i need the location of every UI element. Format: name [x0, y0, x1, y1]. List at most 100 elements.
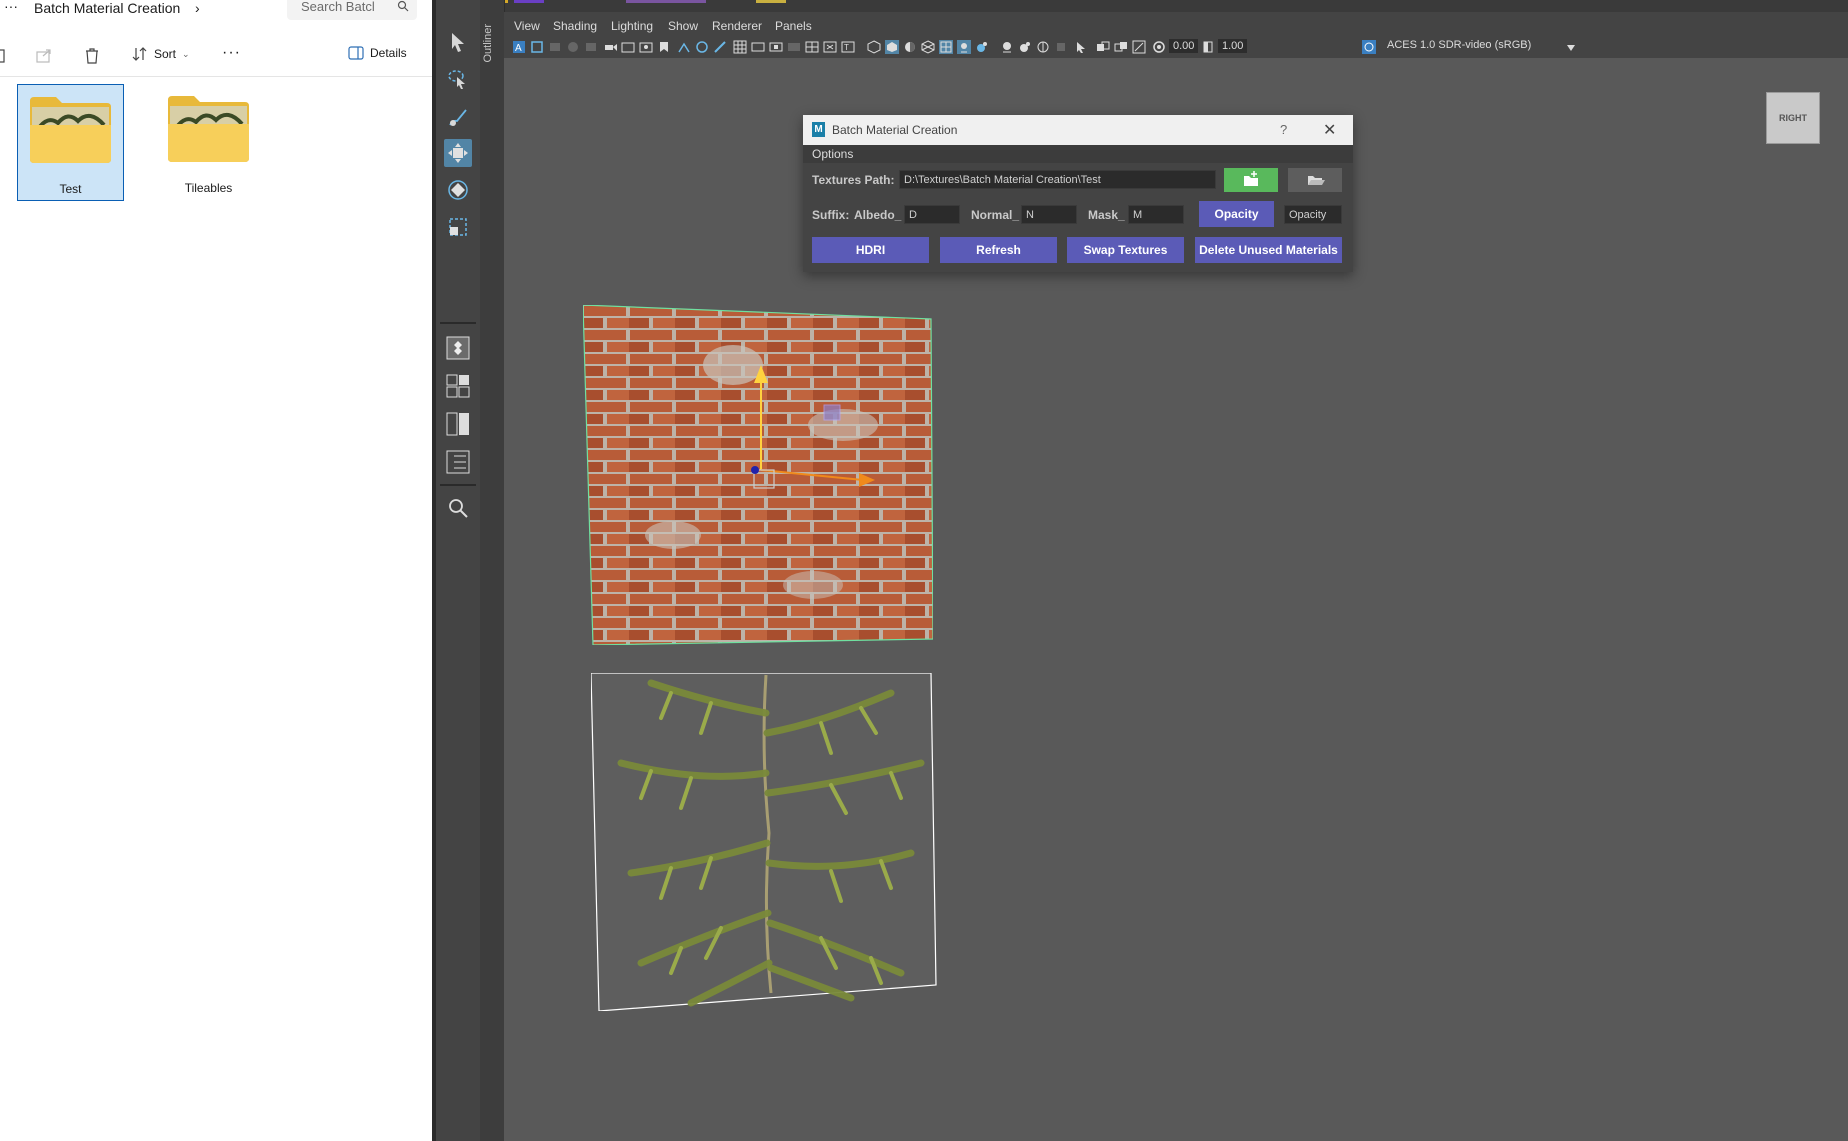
two-view-layout-icon[interactable] — [444, 410, 472, 438]
folder-item-tileables[interactable]: Tileables — [156, 84, 261, 199]
select-mask-icon[interactable] — [1054, 40, 1068, 54]
menu-panels[interactable]: Panels — [775, 19, 812, 33]
xray-joints-icon[interactable] — [1000, 40, 1014, 54]
default-material-icon[interactable] — [787, 40, 801, 54]
search-input[interactable]: Search Batcl — [287, 0, 417, 20]
normal-suffix-field[interactable]: N — [1021, 205, 1077, 224]
depth-of-field-icon[interactable] — [957, 40, 971, 54]
toolbox-separator — [440, 484, 476, 486]
smooth-shade-icon[interactable] — [769, 40, 783, 54]
suffix-label: Suffix: — [812, 208, 850, 222]
rename-icon[interactable] — [0, 46, 14, 66]
paint-select-tool-icon[interactable] — [444, 103, 472, 131]
dialog-titlebar[interactable]: M Batch Material Creation ? ✕ — [803, 115, 1353, 145]
menu-view[interactable]: View — [514, 19, 540, 33]
more-options-button[interactable]: ··· — [222, 44, 241, 62]
chevron-down-icon[interactable] — [1564, 41, 1578, 55]
viewcube[interactable]: RIGHT — [1766, 92, 1820, 144]
hdri-button[interactable]: HDRI — [812, 237, 929, 263]
search-icon — [397, 0, 409, 12]
wireframe-icon[interactable] — [751, 40, 765, 54]
move-manip-plane-handle[interactable] — [823, 404, 841, 421]
mask-suffix-field[interactable]: M — [1128, 205, 1184, 224]
grease-pencil-icon[interactable] — [604, 40, 618, 54]
folder-item-test[interactable]: Test — [17, 84, 124, 201]
sort-button[interactable]: Sort ⌄ — [132, 46, 190, 62]
bookmark-icon[interactable] — [548, 40, 562, 54]
pan-zoom-icon[interactable] — [1114, 40, 1128, 54]
shadows-icon[interactable] — [885, 40, 899, 54]
refresh-button[interactable]: Refresh — [940, 237, 1057, 263]
film-gate-icon[interactable] — [621, 40, 635, 54]
swap-textures-button[interactable]: Swap Textures — [1067, 237, 1184, 263]
share-icon[interactable] — [34, 46, 54, 66]
camera-select-icon[interactable]: A — [512, 40, 526, 54]
backface-culling-icon[interactable] — [1036, 40, 1050, 54]
exposure-icon[interactable] — [1152, 40, 1166, 54]
resolution-gate-icon[interactable] — [639, 40, 653, 54]
camera-attributes-icon[interactable] — [530, 40, 544, 54]
safe-action-icon[interactable] — [695, 40, 709, 54]
details-button[interactable]: Details — [348, 46, 407, 60]
xray-active-icon[interactable] — [1018, 40, 1032, 54]
pivot-point[interactable] — [751, 466, 759, 474]
gamma-field[interactable]: 1.00 — [1218, 39, 1248, 53]
view-transform-dropdown[interactable]: ACES 1.0 SDR-video (sRGB) — [1387, 39, 1531, 51]
single-view-layout-icon[interactable] — [444, 334, 472, 362]
brick-wall-plane[interactable] — [583, 305, 933, 645]
outliner-collapsed-tab[interactable]: Outliner — [480, 0, 505, 1141]
two-d-pan-zoom-icon[interactable] — [1096, 40, 1110, 54]
svg-text:A: A — [515, 43, 522, 54]
exposure-field[interactable]: 0.00 — [1169, 39, 1199, 53]
grid-icon[interactable] — [733, 40, 747, 54]
gamma-icon[interactable] — [1201, 40, 1215, 54]
xray-icon[interactable] — [823, 40, 837, 54]
gate-mask-icon[interactable] — [657, 40, 671, 54]
select-camera-icon[interactable] — [1074, 40, 1088, 54]
screen-space-ao-icon[interactable] — [903, 40, 917, 54]
lasso-tool-icon[interactable] — [444, 65, 472, 93]
folder-icon — [168, 96, 249, 162]
select-tool-icon[interactable] — [444, 28, 472, 56]
menu-lighting[interactable]: Lighting — [611, 19, 653, 33]
wireframe-on-shaded-icon[interactable] — [805, 40, 819, 54]
textured-icon[interactable]: T — [841, 40, 855, 54]
image-plane-icon[interactable] — [566, 40, 580, 54]
isolate-select-icon[interactable] — [975, 40, 989, 54]
use-all-lights-icon[interactable] — [867, 40, 881, 54]
menu-options[interactable]: Options — [812, 147, 853, 161]
scale-tool-icon[interactable] — [444, 213, 472, 241]
delete-unused-materials-button[interactable]: Delete Unused Materials — [1195, 237, 1342, 263]
motion-blur-icon[interactable] — [921, 40, 935, 54]
outliner-layout-icon[interactable] — [444, 448, 472, 476]
opacity-suffix-field[interactable]: Opacity — [1284, 205, 1342, 224]
color-management-icon[interactable] — [1362, 40, 1376, 54]
menu-shading[interactable]: Shading — [553, 19, 597, 33]
see-more-icon[interactable]: ··· — [4, 0, 18, 14]
ivy-foliage-plane[interactable] — [591, 673, 941, 1011]
menu-renderer[interactable]: Renderer — [712, 19, 762, 33]
search-icon[interactable] — [444, 494, 472, 522]
move-tool-icon[interactable] — [444, 139, 472, 167]
two-d-pan-icon[interactable] — [584, 40, 598, 54]
safe-title-icon[interactable] — [713, 40, 727, 54]
multisample-aa-icon[interactable] — [939, 40, 953, 54]
breadcrumb[interactable]: Batch Material Creation — [34, 0, 180, 16]
four-view-layout-icon[interactable] — [444, 372, 472, 400]
rotate-tool-icon[interactable] — [444, 176, 472, 204]
delete-icon[interactable] — [82, 46, 102, 66]
browse-folder-button[interactable] — [1288, 168, 1342, 192]
mask-label: Mask_ — [1088, 208, 1125, 222]
pan-zoom-reset-icon[interactable] — [1132, 40, 1146, 54]
opacity-button[interactable]: Opacity — [1199, 201, 1274, 227]
breadcrumb-chevron-icon[interactable]: › — [195, 0, 200, 16]
viewport-iconbar: A T 0.00 1.00 ACES 1.0 SDR-video (sRGB) — [504, 36, 1848, 59]
folder-label: Test — [59, 182, 82, 196]
albedo-suffix-field[interactable]: D — [904, 205, 960, 224]
menu-show[interactable]: Show — [668, 19, 698, 33]
help-button[interactable]: ? — [1280, 122, 1287, 137]
textures-path-field[interactable]: D:\Textures\Batch Material Creation\Test — [899, 170, 1216, 189]
new-folder-button[interactable] — [1224, 168, 1278, 192]
field-chart-icon[interactable] — [677, 40, 691, 54]
close-button[interactable]: ✕ — [1323, 120, 1336, 140]
